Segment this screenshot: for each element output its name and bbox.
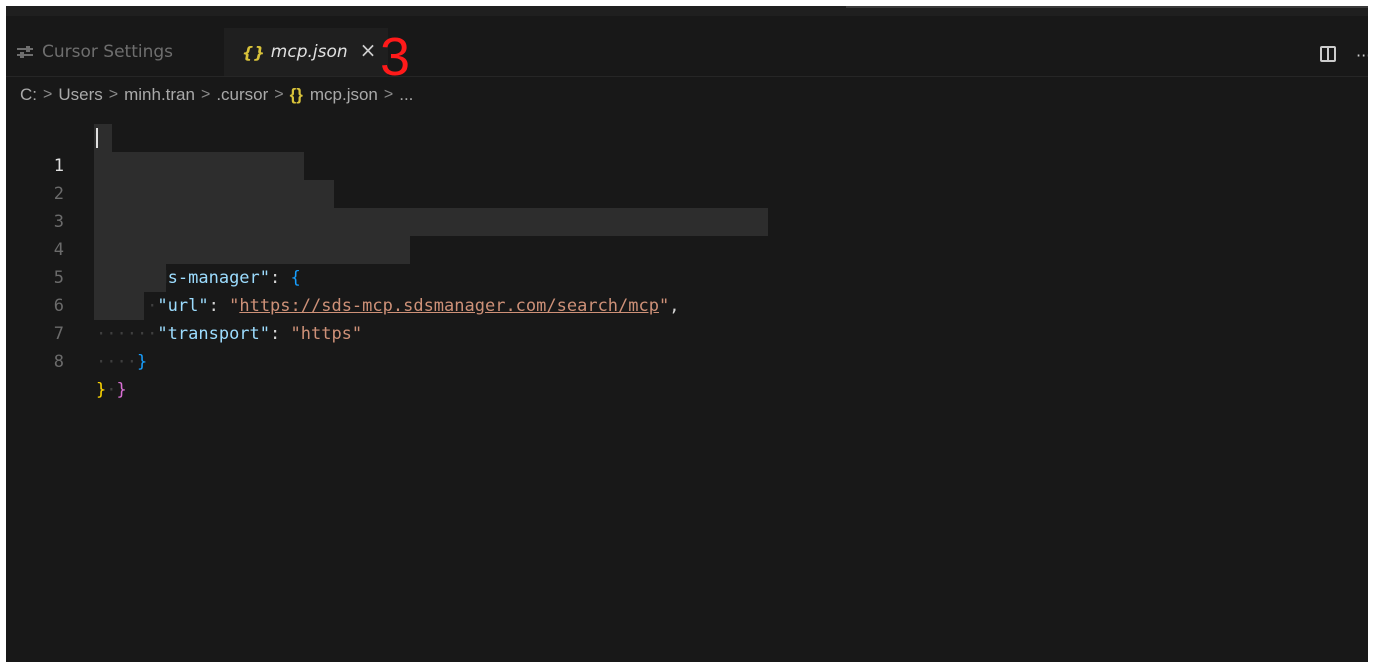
breadcrumb-item[interactable]: ... [399,85,413,105]
chevron-right-icon: > [43,86,53,103]
selection-highlight [94,264,166,292]
code-line: 8 } [6,320,107,400]
chevron-right-icon: > [108,86,119,103]
title-strip [6,6,1368,16]
code-text: ······"transport": "https" [96,324,363,344]
code-line: 2 ··"mcpServers": { [6,152,304,260]
breadcrumb-item[interactable]: Users [58,85,102,105]
code-text: ······"url": "https://sds-mcp.sdsmanager… [96,296,680,316]
tab-cursor-settings[interactable]: Cursor Settings [16,28,216,76]
close-icon[interactable]: × [358,40,378,60]
tab-label: mcp.json [270,42,348,62]
selection-highlight [94,180,334,208]
line-number: 8 [53,352,64,372]
code-text: } [96,380,107,400]
more-actions-icon[interactable]: ··· [1356,46,1368,65]
breadcrumb-item[interactable]: mcp.json [310,85,378,105]
code-text: ····} [96,352,148,372]
text-cursor [96,128,98,148]
code-line: 6 ····} [6,264,166,372]
breadcrumb: C: > Users > minh.tran > .cursor > {} mc… [20,84,413,106]
code-line: 4 ······"url": "https://sds-mcp.sdsmanag… [6,208,768,316]
step-annotation: 3 [380,27,411,87]
chevron-right-icon: > [383,86,394,103]
selection-highlight [94,292,144,320]
chevron-right-icon: > [200,86,211,103]
selection-highlight [94,236,410,264]
chevron-right-icon: > [274,86,284,103]
json-braces-icon: {} [242,42,265,62]
code-line: 1 { [6,124,112,232]
code-editor[interactable]: 1 { 2 ··"mcpServers": { 3 ····"sds-manag… [6,118,1368,662]
selection-highlight [94,208,768,236]
breadcrumb-item[interactable]: .cursor [216,85,268,105]
tab-mcp-json[interactable]: {} mcp.json × [224,28,388,76]
tab-bar: Cursor Settings {} mcp.json × 3 ··· [6,16,1368,84]
editor-window: Cursor Settings {} mcp.json × 3 ··· C: >… [6,6,1368,662]
code-line: 5 ······"transport": "https" [6,236,410,344]
tab-label: Cursor Settings [42,42,174,62]
split-editor-icon[interactable] [1320,46,1336,62]
code-line: 3 ····"sds-manager": { [6,180,334,288]
json-braces-icon: {} [289,85,303,104]
settings-sliders-icon [16,43,34,61]
breadcrumb-item[interactable]: minh.tran [124,85,195,105]
code-line: 7 ··} [6,292,144,400]
breadcrumb-item[interactable]: C: [20,85,37,105]
selection-highlight [94,152,304,180]
